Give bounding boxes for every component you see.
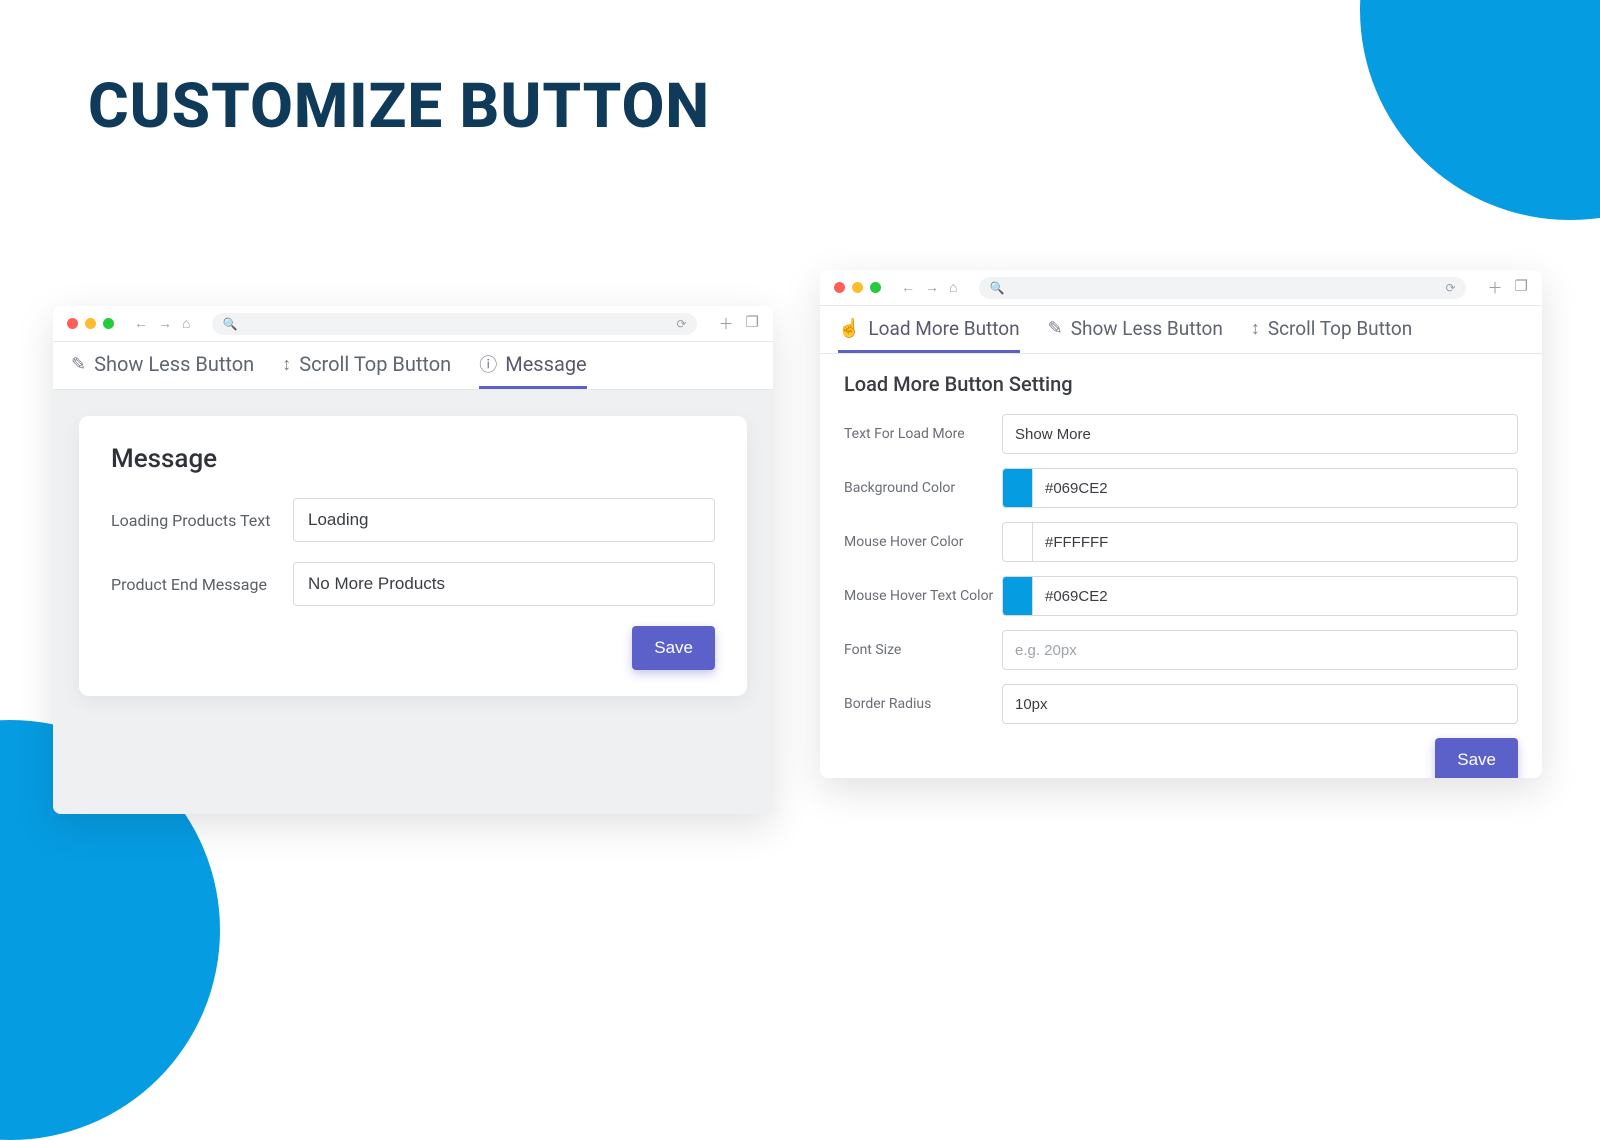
card-title: Message — [111, 444, 715, 474]
minimize-dot-icon[interactable] — [852, 282, 863, 293]
forward-icon[interactable]: → — [925, 279, 939, 296]
tabs-icon[interactable]: ❐ — [1515, 277, 1528, 298]
font-size-label: Font Size — [844, 642, 1002, 658]
search-icon: 🔍 — [989, 281, 1004, 295]
hover-text-color-input[interactable] — [1032, 576, 1518, 616]
reload-icon[interactable]: ⟳ — [1445, 281, 1455, 295]
close-dot-icon[interactable] — [67, 318, 78, 329]
alert-circle-icon: ⓘ — [479, 351, 497, 377]
cursor-click-icon: ☝ — [838, 318, 860, 339]
message-card: Message Loading Products Text Product En… — [79, 416, 747, 696]
edit-icon: ✎ — [1048, 318, 1063, 339]
tab-label: Show Less Button — [94, 352, 254, 376]
home-icon[interactable]: ⌂ — [182, 315, 190, 332]
tab-label: Scroll Top Button — [299, 352, 451, 376]
page-title: CUSTOMIZE BUTTON — [88, 70, 710, 143]
tab-show-less-button[interactable]: ✎ Show Less Button — [71, 342, 254, 389]
tab-load-more-button[interactable]: ☝ Load More Button — [838, 306, 1020, 353]
tab-label: Load More Button — [868, 317, 1019, 340]
back-icon[interactable]: ← — [901, 279, 915, 296]
traffic-lights — [834, 282, 881, 293]
hover-color-input[interactable] — [1032, 522, 1518, 562]
hover-color-swatch[interactable] — [1002, 522, 1032, 562]
scroll-vertical-icon: ↕ — [1251, 318, 1260, 339]
new-tab-icon[interactable]: ＋ — [719, 313, 734, 334]
text-for-load-more-input[interactable] — [1002, 414, 1518, 454]
tab-scroll-top-button[interactable]: ↕ Scroll Top Button — [1251, 306, 1412, 353]
home-icon[interactable]: ⌂ — [949, 279, 957, 296]
reload-icon[interactable]: ⟳ — [676, 317, 686, 331]
tab-scroll-top-button[interactable]: ↕ Scroll Top Button — [282, 342, 451, 389]
browser-chrome: ← → ⌂ 🔍 ⟳ ＋ ❐ — [53, 306, 773, 342]
maximize-dot-icon[interactable] — [103, 318, 114, 329]
tabs-bar: ✎ Show Less Button ↕ Scroll Top Button ⓘ… — [53, 342, 773, 390]
search-icon: 🔍 — [222, 317, 237, 331]
save-button[interactable]: Save — [632, 626, 715, 670]
loading-text-label: Loading Products Text — [111, 511, 293, 530]
end-message-input[interactable] — [293, 562, 715, 606]
url-bar[interactable]: 🔍 ⟳ — [212, 313, 696, 335]
font-size-input[interactable] — [1002, 630, 1518, 670]
border-radius-label: Border Radius — [844, 696, 1002, 712]
loading-text-input[interactable] — [293, 498, 715, 542]
edit-icon: ✎ — [71, 354, 86, 375]
tab-label: Message — [505, 352, 586, 376]
window-load-more-settings: ← → ⌂ 🔍 ⟳ ＋ ❐ ☝ Load More Button ✎ Show … — [820, 270, 1542, 778]
section-title: Load More Button Setting — [844, 372, 1518, 396]
tab-show-less-button[interactable]: ✎ Show Less Button — [1048, 306, 1223, 353]
hover-text-color-label: Mouse Hover Text Color — [844, 588, 1002, 604]
traffic-lights — [67, 318, 114, 329]
url-bar[interactable]: 🔍 ⟳ — [979, 277, 1465, 299]
browser-chrome: ← → ⌂ 🔍 ⟳ ＋ ❐ — [820, 270, 1542, 306]
back-icon[interactable]: ← — [134, 315, 148, 332]
forward-icon[interactable]: → — [158, 315, 172, 332]
save-button[interactable]: Save — [1435, 738, 1518, 778]
maximize-dot-icon[interactable] — [870, 282, 881, 293]
tabs-bar: ☝ Load More Button ✎ Show Less Button ↕ … — [820, 306, 1542, 354]
close-dot-icon[interactable] — [834, 282, 845, 293]
hover-text-color-swatch[interactable] — [1002, 576, 1032, 616]
minimize-dot-icon[interactable] — [85, 318, 96, 329]
background-color-label: Background Color — [844, 480, 1002, 496]
scroll-vertical-icon: ↕ — [282, 354, 291, 375]
decorative-blob-top — [1360, 0, 1600, 220]
end-message-label: Product End Message — [111, 575, 293, 594]
border-radius-input[interactable] — [1002, 684, 1518, 724]
window-message-settings: ← → ⌂ 🔍 ⟳ ＋ ❐ ✎ Show Less Button ↕ Scrol… — [53, 306, 773, 814]
hover-color-label: Mouse Hover Color — [844, 534, 1002, 550]
tabs-icon[interactable]: ❐ — [746, 313, 759, 334]
tab-message[interactable]: ⓘ Message — [479, 342, 586, 389]
tab-label: Scroll Top Button — [1268, 317, 1412, 340]
background-color-input[interactable] — [1032, 468, 1518, 508]
new-tab-icon[interactable]: ＋ — [1488, 277, 1503, 298]
tab-label: Show Less Button — [1071, 317, 1223, 340]
text-for-load-more-label: Text For Load More — [844, 426, 1002, 442]
background-color-swatch[interactable] — [1002, 468, 1032, 508]
